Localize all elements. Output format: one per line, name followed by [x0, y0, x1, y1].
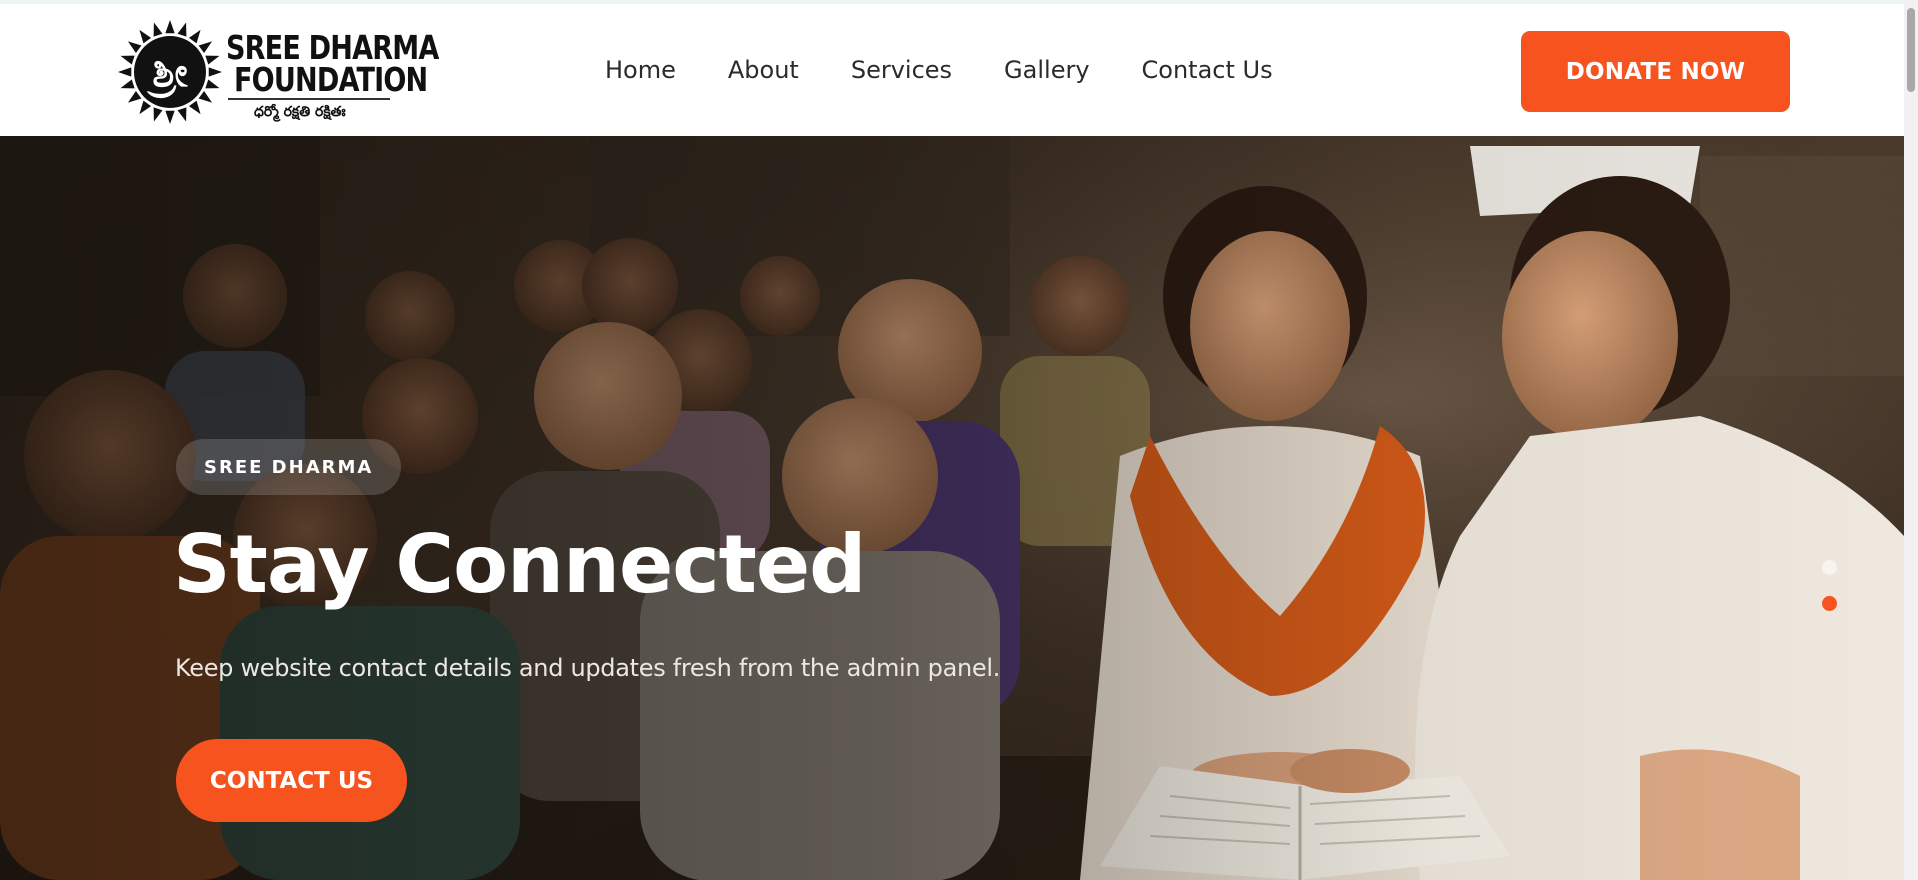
hero-section: SREE DHARMA Stay Connected Keep website …	[0, 136, 1904, 880]
contact-us-button[interactable]: CONTACT US	[176, 739, 407, 822]
nav-services[interactable]: Services	[851, 56, 952, 84]
hero-title: Stay Connected	[173, 518, 866, 611]
sun-ray	[198, 90, 213, 103]
main-nav: Home About Services Gallery Contact Us	[605, 56, 1273, 84]
sun-ray	[153, 22, 163, 37]
sun-ray	[139, 29, 152, 44]
slider-dot-1[interactable]	[1822, 560, 1837, 575]
hero-subtitle: Keep website contact details and updates…	[175, 654, 1001, 682]
slider-dot-2-active[interactable]	[1822, 596, 1837, 611]
sun-ray	[165, 20, 175, 34]
nav-contact-us[interactable]: Contact Us	[1142, 56, 1273, 84]
site-header: ಶ್ರೀ SREE DHARMA FOUNDATION ధర్మో రక్షతి…	[0, 4, 1904, 136]
sun-ray	[177, 107, 187, 122]
sun-ray	[188, 100, 201, 115]
sun-ray	[188, 29, 201, 44]
sun-ray	[118, 67, 132, 77]
sun-ray	[127, 41, 142, 54]
brand-name-line2: FOUNDATION	[234, 60, 428, 99]
sun-ray	[165, 110, 175, 124]
hero-badge: SREE DHARMA	[176, 439, 402, 495]
brand-tagline: ధర్మో రక్షతి రక్షితః	[254, 104, 346, 120]
page: ಶ್ರೀ SREE DHARMA FOUNDATION ధర్మో రక్షతి…	[0, 0, 1918, 880]
site-logo[interactable]: ಶ್ರೀ SREE DHARMA FOUNDATION ధర్మో రక్షతి…	[116, 18, 439, 128]
sun-ray	[198, 41, 213, 54]
page-scrollbar[interactable]	[1904, 0, 1918, 880]
sun-ray	[127, 90, 142, 103]
sun-ray	[205, 55, 220, 65]
logo-divider	[228, 98, 390, 100]
sun-ray	[139, 100, 152, 115]
sun-ray	[120, 79, 135, 89]
nav-gallery[interactable]: Gallery	[1004, 56, 1089, 84]
donate-now-button[interactable]: DONATE NOW	[1521, 31, 1790, 112]
nav-home[interactable]: Home	[605, 56, 676, 84]
sun-ray	[153, 107, 163, 122]
sun-emblem-icon: ಶ್ರೀ	[118, 20, 222, 124]
sun-ray	[205, 79, 220, 89]
sun-ray	[120, 55, 135, 65]
nav-about[interactable]: About	[728, 56, 799, 84]
svg-text:ಶ್ರೀ: ಶ್ರೀ	[146, 50, 188, 98]
sun-ray	[208, 67, 222, 77]
sun-ray	[177, 22, 187, 37]
scrollbar-thumb[interactable]	[1907, 8, 1915, 92]
slider-pagination	[1820, 560, 1840, 620]
